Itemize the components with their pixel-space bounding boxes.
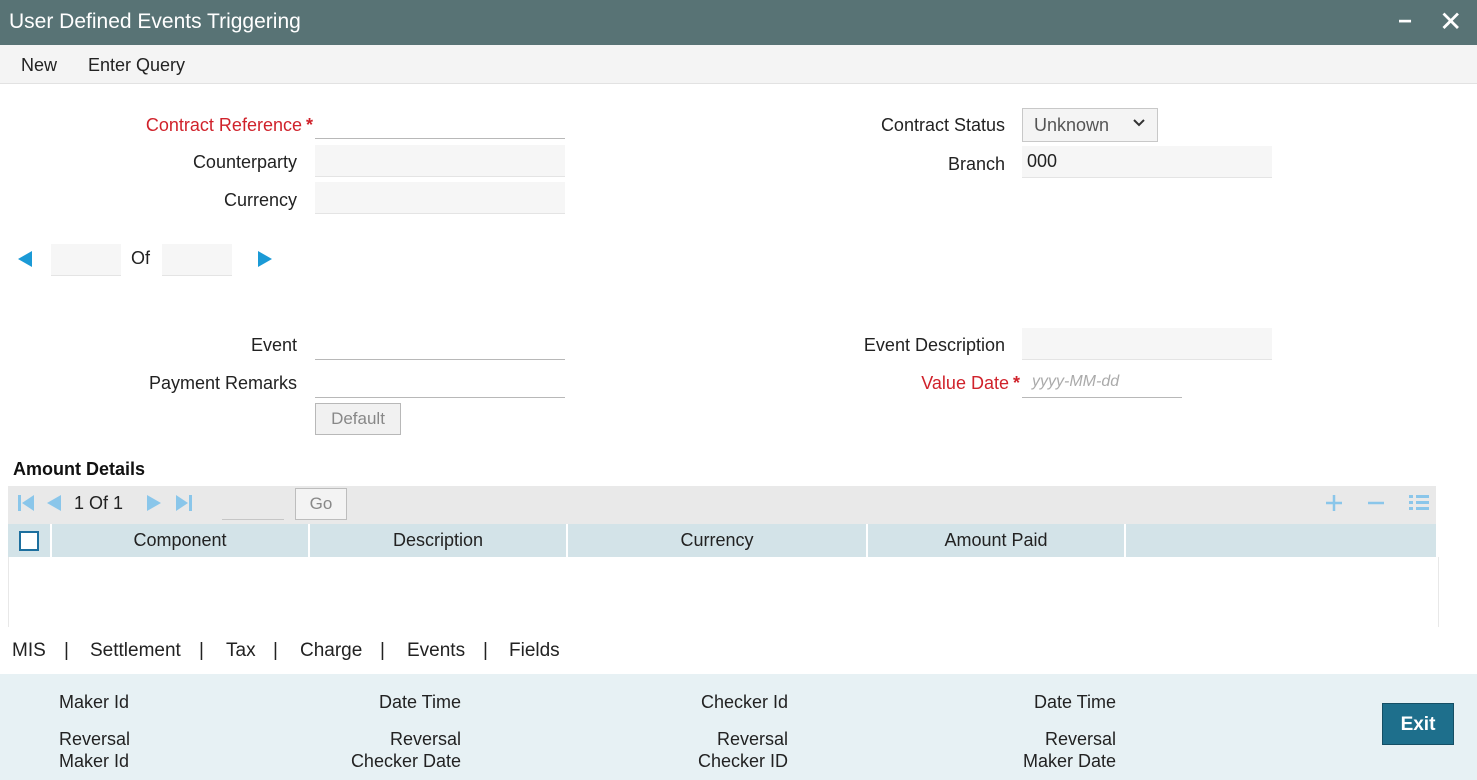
tab-settlement[interactable]: Settlement [90, 640, 181, 662]
payment-remarks-label: Payment Remarks [148, 373, 297, 393]
last-page-icon[interactable] [175, 494, 193, 517]
tab-charge[interactable]: Charge [300, 640, 362, 662]
column-header-description[interactable]: Description [310, 524, 568, 557]
list-view-icon[interactable] [1408, 489, 1430, 522]
grid-header: Component Description Currency Amount Pa… [8, 524, 1436, 557]
column-header-amount-paid[interactable]: Amount Paid [868, 524, 1126, 557]
tab-events[interactable]: Events [407, 640, 465, 662]
tab-tax[interactable]: Tax [226, 640, 256, 662]
tab-separator: | [199, 640, 204, 661]
counterparty-field [315, 145, 565, 177]
contract-reference-input[interactable] [315, 107, 565, 139]
first-page-icon[interactable] [17, 494, 35, 517]
window-title: User Defined Events Triggering [9, 10, 301, 33]
date-time-label: Date Time [378, 692, 461, 712]
column-header-currency[interactable]: Currency [568, 524, 868, 557]
tab-separator: | [483, 640, 488, 661]
maker-id-label: Maker Id [59, 692, 130, 712]
next-page-icon[interactable] [146, 494, 162, 517]
previous-record-icon[interactable] [16, 250, 34, 274]
tab-mis[interactable]: MIS [12, 640, 46, 662]
close-icon[interactable]: ✕ [1439, 5, 1462, 38]
window-titlebar: User Defined Events Triggering − ✕ [0, 0, 1477, 45]
previous-page-icon[interactable] [46, 494, 62, 517]
chevron-down-icon [1131, 115, 1147, 136]
default-button[interactable]: Default [315, 403, 401, 435]
contract-status-label: Contract Status [880, 115, 1005, 135]
currency-label: Currency [223, 190, 297, 210]
column-header-component[interactable]: Component [52, 524, 310, 557]
event-label: Event [250, 335, 297, 355]
menu-bar: New Enter Query [0, 45, 1477, 84]
add-row-icon[interactable] [1324, 489, 1344, 522]
contract-status-select[interactable]: Unknown [1022, 108, 1158, 142]
next-record-icon[interactable] [256, 250, 274, 274]
minimize-icon[interactable]: − [1398, 8, 1412, 36]
reversal-checker-date-label: Reversal Checker Date [350, 729, 461, 771]
checker-id-label: Checker Id [700, 692, 788, 712]
grid-toolbar: 1 Of 1 Go [8, 486, 1436, 524]
tab-separator: | [64, 640, 69, 661]
currency-field [315, 182, 565, 214]
current-record-field[interactable] [51, 244, 121, 276]
event-description-field [1022, 328, 1272, 360]
reversal-maker-date-label: Reversal Maker Date [1022, 729, 1116, 771]
tab-bar: MIS | Settlement | Tax | Charge | Events… [0, 627, 1477, 674]
counterparty-label: Counterparty [192, 152, 297, 172]
record-of-label: Of [131, 248, 151, 268]
payment-remarks-input[interactable] [315, 366, 565, 398]
new-menu-item[interactable]: New [21, 55, 57, 76]
enter-query-menu-item[interactable]: Enter Query [88, 55, 185, 76]
select-all-checkbox[interactable] [19, 531, 39, 551]
tab-fields[interactable]: Fields [509, 640, 560, 662]
contract-status-value: Unknown [1034, 115, 1110, 135]
reversal-maker-id-label: Reversal Maker Id [59, 729, 131, 771]
amount-details-title: Amount Details [13, 459, 146, 479]
tab-separator: | [380, 640, 385, 661]
event-input[interactable] [315, 328, 565, 360]
branch-field: 000 [1022, 146, 1272, 178]
reversal-checker-id-label: Reversal Checker ID [697, 729, 788, 771]
page-indicator: 1 Of 1 [74, 493, 124, 513]
exit-button[interactable]: Exit [1382, 703, 1454, 745]
go-button[interactable]: Go [295, 488, 347, 520]
event-description-label: Event Description [863, 335, 1005, 355]
branch-label: Branch [947, 154, 1005, 174]
grid-body [8, 557, 1439, 627]
delete-row-icon[interactable] [1366, 489, 1386, 522]
tab-separator: | [273, 640, 278, 661]
page-number-input[interactable] [222, 490, 284, 520]
audit-footer: Maker Id Date Time Checker Id Date Time … [0, 674, 1477, 780]
value-date-input[interactable]: yyyy-MM-dd [1022, 366, 1182, 398]
total-record-field [162, 244, 232, 276]
checker-date-time-label: Date Time [1033, 692, 1116, 712]
value-date-label: Value Date * [921, 373, 1020, 393]
contract-reference-label: Contract Reference * [145, 115, 313, 135]
select-all-cell [8, 524, 52, 557]
